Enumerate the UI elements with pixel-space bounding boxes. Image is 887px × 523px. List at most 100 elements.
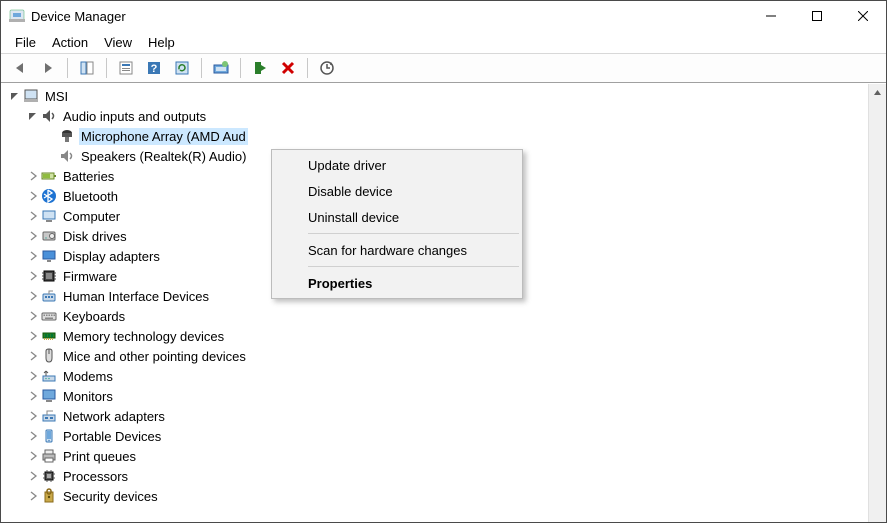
tree-label: Network adapters [61, 408, 167, 425]
speaker-icon [59, 148, 75, 164]
expand-icon[interactable] [25, 488, 41, 504]
scroll-track[interactable] [869, 101, 886, 522]
menu-help[interactable]: Help [140, 33, 183, 52]
tree-label: Display adapters [61, 248, 162, 265]
expand-icon[interactable] [25, 468, 41, 484]
refresh-button[interactable] [169, 55, 195, 81]
tree-category-memory[interactable]: Memory technology devices [3, 326, 868, 346]
tree-category-mouse[interactable]: Mice and other pointing devices [3, 346, 868, 366]
ctx-label: Properties [308, 276, 372, 291]
expand-icon[interactable] [25, 388, 41, 404]
ctx-separator [308, 233, 519, 234]
context-menu: Update driver Disable device Uninstall d… [271, 149, 523, 299]
close-button[interactable] [840, 1, 886, 31]
forward-button[interactable] [35, 55, 61, 81]
tree-category-monitor[interactable]: Monitors [3, 386, 868, 406]
back-button[interactable] [7, 55, 33, 81]
computer-icon [23, 88, 39, 104]
speaker-icon [41, 108, 57, 124]
expand-icon[interactable] [25, 348, 41, 364]
battery-icon [41, 168, 57, 184]
collapse-icon[interactable] [7, 88, 23, 104]
scroll-up-icon[interactable] [869, 84, 886, 101]
update-driver-button[interactable] [208, 55, 234, 81]
tree-category-modem[interactable]: Modems [3, 366, 868, 386]
collapse-icon[interactable] [25, 108, 41, 124]
expand-icon[interactable] [25, 308, 41, 324]
tree-label: Portable Devices [61, 428, 163, 445]
expand-icon[interactable] [25, 448, 41, 464]
keyboard-icon [41, 308, 57, 324]
tree-label: Computer [61, 208, 122, 225]
modem-icon [41, 368, 57, 384]
monitor-icon [41, 388, 57, 404]
expand-icon[interactable] [25, 368, 41, 384]
scan-hardware-button[interactable] [314, 55, 340, 81]
expand-icon[interactable] [25, 248, 41, 264]
tree-label: Processors [61, 468, 130, 485]
tree-label: Batteries [61, 168, 116, 185]
printer-icon [41, 448, 57, 464]
expand-icon[interactable] [25, 408, 41, 424]
expand-icon[interactable] [25, 268, 41, 284]
tree-category-audio[interactable]: Audio inputs and outputs [3, 106, 868, 126]
menu-file[interactable]: File [7, 33, 44, 52]
tree-label: Modems [61, 368, 115, 385]
ctx-disable-device[interactable]: Disable device [274, 178, 520, 204]
microphone-icon [59, 128, 75, 144]
tree-label: Disk drives [61, 228, 129, 245]
tree-label: Human Interface Devices [61, 288, 211, 305]
hid-icon [41, 288, 57, 304]
vertical-scrollbar[interactable] [868, 84, 886, 522]
disable-device-button[interactable] [275, 55, 301, 81]
tree-label: Microphone Array (AMD Aud [79, 128, 248, 145]
tree-root[interactable]: MSI [3, 86, 868, 106]
tree-category-network[interactable]: Network adapters [3, 406, 868, 426]
maximize-button[interactable] [794, 1, 840, 31]
no-expander [43, 128, 59, 144]
ctx-label: Disable device [308, 184, 393, 199]
ctx-scan-hardware[interactable]: Scan for hardware changes [274, 237, 520, 263]
expand-icon[interactable] [25, 428, 41, 444]
disk-icon [41, 228, 57, 244]
toolbar-separator [106, 58, 107, 78]
menubar: File Action View Help [1, 31, 886, 53]
tree-label: Bluetooth [61, 188, 120, 205]
ctx-update-driver[interactable]: Update driver [274, 152, 520, 178]
titlebar: Device Manager [1, 1, 886, 31]
minimize-button[interactable] [748, 1, 794, 31]
network-icon [41, 408, 57, 424]
tree-category-security[interactable]: Security devices [3, 486, 868, 506]
ctx-uninstall-device[interactable]: Uninstall device [274, 204, 520, 230]
expand-icon[interactable] [25, 328, 41, 344]
expand-icon[interactable] [25, 168, 41, 184]
properties-button[interactable] [113, 55, 139, 81]
tree-category-portable[interactable]: Portable Devices [3, 426, 868, 446]
no-expander [43, 148, 59, 164]
app-icon [9, 8, 25, 24]
expand-icon[interactable] [25, 228, 41, 244]
expand-icon[interactable] [25, 188, 41, 204]
tree-category-keyboard[interactable]: Keyboards [3, 306, 868, 326]
expand-icon[interactable] [25, 288, 41, 304]
memory-icon [41, 328, 57, 344]
menu-view[interactable]: View [96, 33, 140, 52]
tree-category-cpu[interactable]: Processors [3, 466, 868, 486]
tree-category-printer[interactable]: Print queues [3, 446, 868, 466]
window-title: Device Manager [31, 9, 126, 24]
ctx-properties[interactable]: Properties [274, 270, 520, 296]
menu-action[interactable]: Action [44, 33, 96, 52]
ctx-label: Uninstall device [308, 210, 399, 225]
show-hide-console-tree-button[interactable] [74, 55, 100, 81]
svg-text:?: ? [151, 63, 158, 75]
tree-label: Firmware [61, 268, 119, 285]
enable-device-button[interactable] [247, 55, 273, 81]
expand-icon[interactable] [25, 208, 41, 224]
tree-device-microphone[interactable]: Microphone Array (AMD Aud [3, 126, 868, 146]
help-button[interactable]: ? [141, 55, 167, 81]
tree-label: Memory technology devices [61, 328, 226, 345]
portable-icon [41, 428, 57, 444]
ctx-separator [308, 266, 519, 267]
toolbar-separator [201, 58, 202, 78]
tree-label: MSI [43, 88, 70, 105]
